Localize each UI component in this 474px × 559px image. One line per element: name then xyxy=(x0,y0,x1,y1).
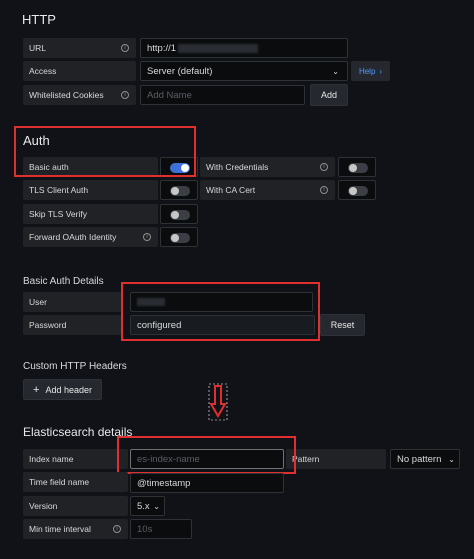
with-ca-cert-label-text: With CA Cert xyxy=(206,185,256,195)
whitelisted-cookies-label-text: Whitelisted Cookies xyxy=(29,90,104,100)
min-time-interval-label-text: Min time interval xyxy=(29,524,91,534)
access-label: Access xyxy=(23,61,136,81)
url-redacted-region xyxy=(178,43,259,53)
with-ca-cert-label: With CA Cert i xyxy=(200,180,335,200)
chevron-down-icon: ⌄ xyxy=(332,67,339,76)
time-field-label: Time field name xyxy=(23,472,128,492)
url-label: URL i xyxy=(23,38,136,58)
with-ca-cert-toggle-box[interactable] xyxy=(338,180,376,200)
pattern-select-value: No pattern xyxy=(397,453,442,465)
min-time-interval-input[interactable]: 10s xyxy=(130,519,192,539)
user-label: User xyxy=(23,292,123,312)
info-icon: i xyxy=(121,91,129,99)
info-icon: i xyxy=(143,233,151,241)
reset-password-button[interactable]: Reset xyxy=(320,314,365,336)
info-icon: i xyxy=(113,525,121,533)
pattern-label: Pattern xyxy=(286,449,386,469)
basic-auth-highlight-box xyxy=(121,282,320,341)
access-select-value: Server (default) xyxy=(147,65,213,77)
chevron-right-icon: › xyxy=(379,66,383,76)
info-icon: i xyxy=(320,163,328,171)
with-credentials-toggle-box[interactable] xyxy=(338,157,376,177)
info-icon: i xyxy=(320,186,328,194)
url-input-value: http://1 xyxy=(147,42,177,54)
chevron-down-icon: ⌄ xyxy=(448,455,455,464)
forward-oauth-label-text: Forward OAuth Identity xyxy=(29,232,117,242)
forward-oauth-toggle-box[interactable] xyxy=(160,227,198,247)
pattern-select[interactable]: No pattern ⌄ xyxy=(390,449,460,469)
forward-oauth-label: Forward OAuth Identity i xyxy=(23,227,158,247)
down-arrow-annotation-icon xyxy=(208,383,228,421)
custom-headers-title: Custom HTTP Headers xyxy=(23,361,127,372)
elasticsearch-section-title: Elasticsearch details xyxy=(23,425,133,439)
skip-tls-verify-toggle[interactable] xyxy=(170,210,190,220)
auth-highlight-box xyxy=(14,126,196,177)
version-select[interactable]: 5.x ⌄ xyxy=(130,496,165,516)
with-credentials-label: With Credentials i xyxy=(200,157,335,177)
tls-client-auth-toggle[interactable] xyxy=(170,186,190,196)
access-select[interactable]: Server (default) ⌄ xyxy=(140,61,348,81)
version-label: Version xyxy=(23,496,128,516)
index-name-highlight-box xyxy=(117,436,296,474)
with-ca-cert-toggle[interactable] xyxy=(348,186,368,196)
tls-client-auth-toggle-box[interactable] xyxy=(160,180,198,200)
version-select-value: 5.x xyxy=(137,500,150,512)
index-name-label: Index name xyxy=(23,449,128,469)
help-button[interactable]: Help › xyxy=(351,61,390,81)
plus-icon: + xyxy=(33,383,40,396)
info-icon: i xyxy=(121,44,129,52)
skip-tls-verify-toggle-box[interactable] xyxy=(160,204,198,224)
time-field-input[interactable]: @timestamp xyxy=(130,473,284,493)
with-credentials-label-text: With Credentials xyxy=(206,162,269,172)
forward-oauth-toggle[interactable] xyxy=(170,233,190,243)
add-header-label: Add header xyxy=(45,384,92,395)
basic-auth-details-title: Basic Auth Details xyxy=(23,276,104,287)
http-section-title: HTTP xyxy=(22,12,56,27)
password-label: Password xyxy=(23,315,123,335)
tls-client-auth-label: TLS Client Auth xyxy=(23,180,158,200)
add-cookie-button[interactable]: Add xyxy=(310,84,348,106)
url-input[interactable]: http://1 xyxy=(140,38,348,58)
whitelisted-cookies-label: Whitelisted Cookies i xyxy=(23,85,136,105)
chevron-down-icon: ⌄ xyxy=(153,502,160,511)
add-header-button[interactable]: + Add header xyxy=(23,379,102,400)
url-label-text: URL xyxy=(29,43,47,53)
help-button-label: Help xyxy=(358,66,376,76)
min-time-interval-label: Min time interval i xyxy=(23,519,128,539)
skip-tls-verify-label: Skip TLS Verify xyxy=(23,204,158,224)
whitelisted-cookies-input[interactable]: Add Name xyxy=(140,85,305,105)
with-credentials-toggle[interactable] xyxy=(348,163,368,173)
